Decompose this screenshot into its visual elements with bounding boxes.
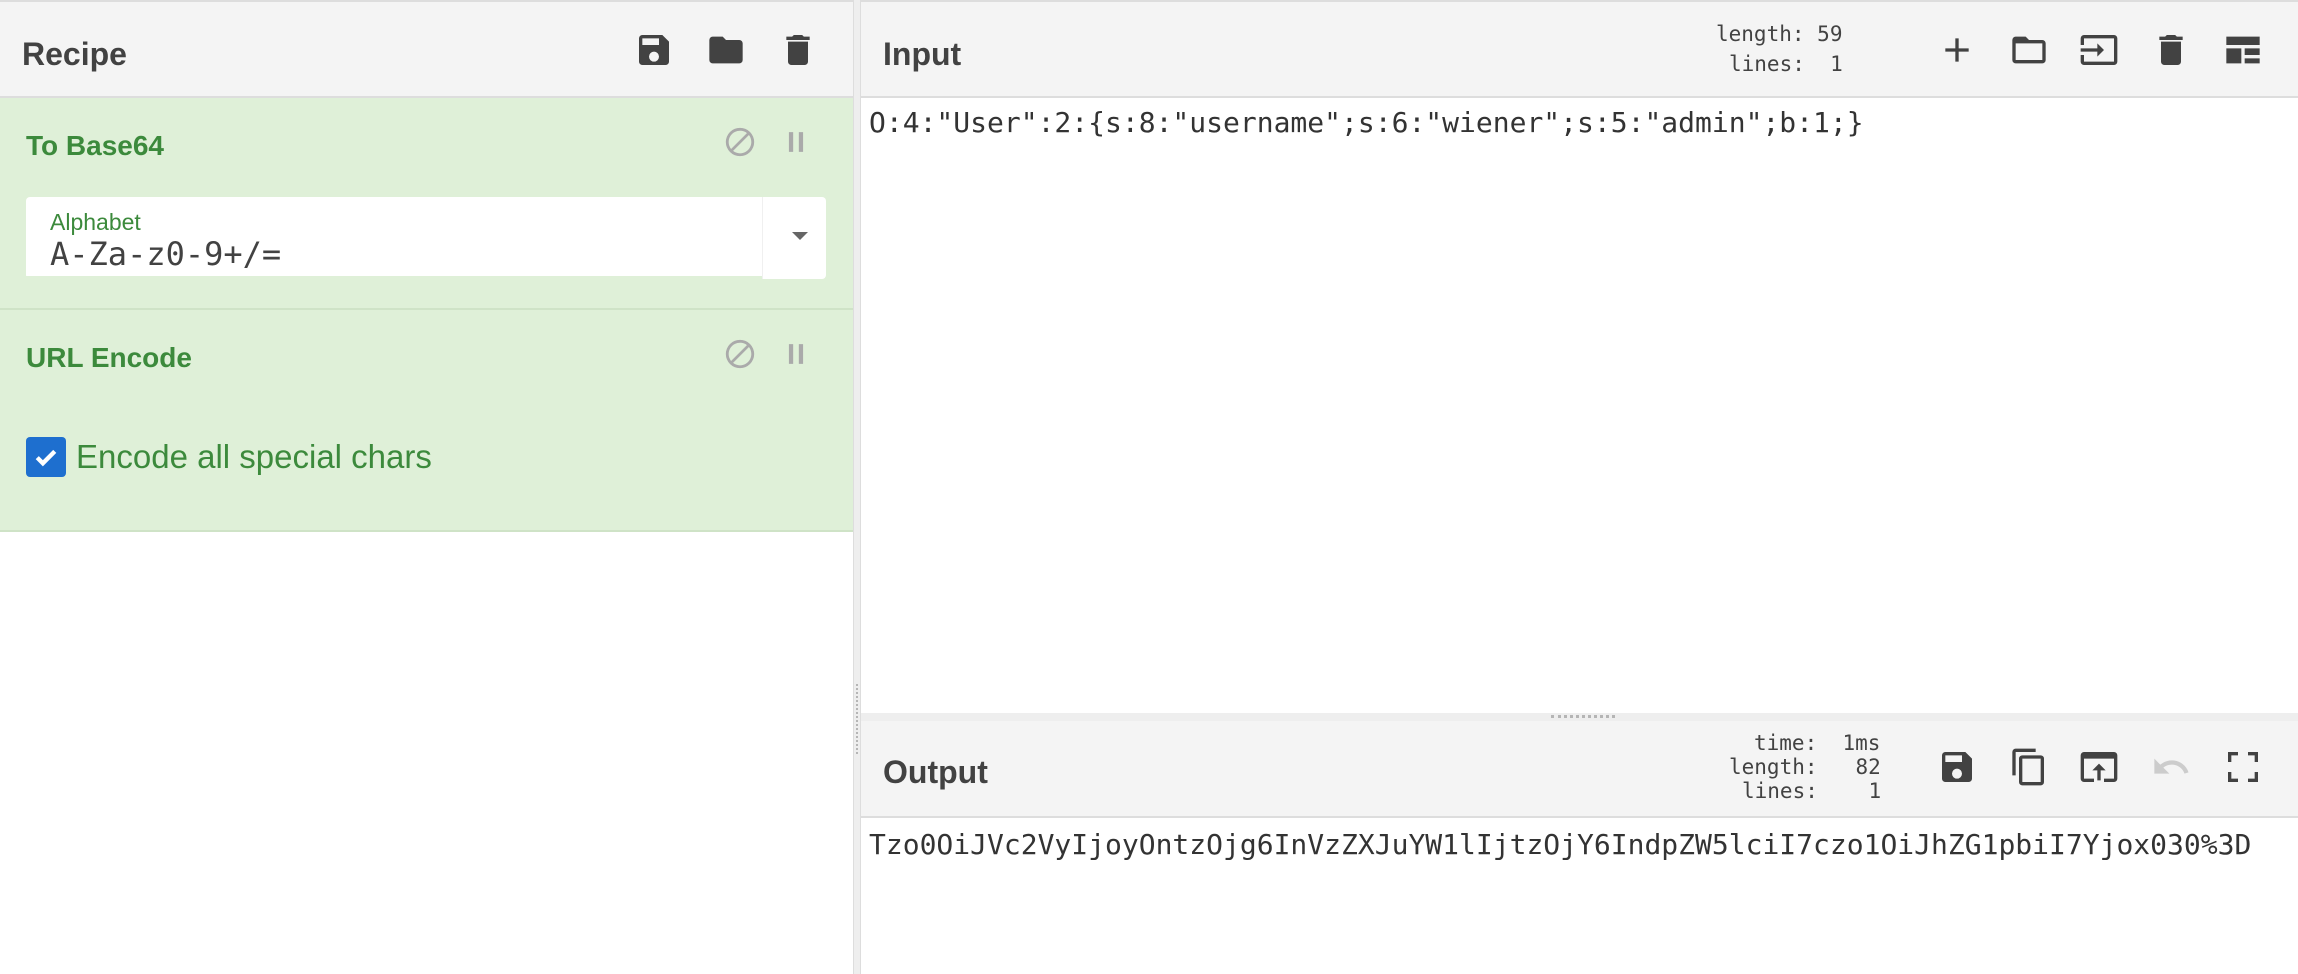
pause-icon: [788, 344, 804, 364]
operation-to-base64: To Base64 Alphabet A-Za-z0-9+/=: [0, 98, 853, 310]
output-time-stat: time: 1ms: [1754, 731, 1881, 755]
maximize-icon: [2228, 752, 2258, 782]
output-header: Output time: 1ms length: 82 lines: 1: [861, 721, 2298, 818]
alphabet-select[interactable]: Alphabet A-Za-z0-9+/=: [26, 197, 826, 279]
plus-icon: [1945, 38, 1969, 62]
vertical-resize-handle[interactable]: [853, 0, 861, 974]
folder-icon: [709, 36, 743, 64]
recipe-header: Recipe: [0, 0, 853, 98]
pause-operation-button[interactable]: [776, 334, 816, 374]
input-title: Input: [883, 36, 962, 72]
pause-operation-button[interactable]: [776, 122, 816, 162]
resize-grip: [1551, 715, 1615, 718]
open-input-folder-button[interactable]: [2076, 27, 2122, 73]
horizontal-resize-handle[interactable]: [861, 713, 2298, 721]
save-icon: [1942, 752, 1972, 782]
alphabet-underline: [26, 276, 762, 279]
save-output-button[interactable]: [1934, 744, 1980, 790]
input-arrow-icon: [2080, 35, 2118, 65]
encode-all-special-chars-label: Encode all special chars: [76, 438, 432, 475]
output-lines-stat: lines: 1: [1742, 779, 1882, 803]
chevron-down-icon[interactable]: [792, 232, 808, 240]
alphabet-label: Alphabet: [50, 209, 141, 235]
input-header: Input length: 59 lines: 1: [861, 0, 2298, 98]
disable-operation-button[interactable]: [720, 122, 760, 162]
replace-input-icon: [2080, 752, 2118, 782]
checkmark-icon: [35, 449, 57, 467]
disable-icon: [725, 339, 755, 369]
maximize-output-button[interactable]: [2220, 744, 2266, 790]
input-textarea[interactable]: O:4:"User":2:{s:8:"username";s:6:"wiener…: [869, 106, 1864, 139]
output-length-stat: length: 82: [1729, 755, 1881, 779]
load-recipe-button[interactable]: [703, 27, 749, 73]
encode-all-special-chars-checkbox[interactable]: [26, 437, 66, 477]
trash-icon: [2159, 35, 2183, 65]
save-recipe-button[interactable]: [631, 27, 677, 73]
save-icon: [639, 35, 669, 65]
copy-output-button[interactable]: [2006, 744, 2052, 790]
replace-input-with-output-button[interactable]: [2076, 744, 2122, 790]
resize-grip: [856, 684, 858, 754]
pause-icon: [788, 132, 804, 152]
undo-button[interactable]: [2148, 744, 2194, 790]
reset-layout-button[interactable]: [2220, 27, 2266, 73]
operation-title: URL Encode: [26, 342, 192, 373]
copy-icon: [2012, 748, 2044, 786]
io-pane: Input length: 59 lines: 1 O:4:"User":2:{…: [861, 0, 2298, 974]
input-length-stat: length: 59: [1716, 22, 1843, 46]
open-input-file-button[interactable]: [2006, 27, 2052, 73]
operation-url-encode: URL Encode: [0, 310, 853, 532]
input-lines-stat: lines: 1: [1729, 52, 1843, 76]
operation-title: To Base64: [26, 130, 164, 161]
disable-icon: [725, 127, 755, 157]
layout-icon: [2226, 36, 2260, 64]
alphabet-value: A-Za-z0-9+/=: [50, 235, 282, 273]
output-textarea[interactable]: Tzo0OiJVc2VyIjoyOntzOjg6InVzZXJuYW1lIjtz…: [869, 828, 2251, 861]
recipe-title: Recipe: [22, 36, 127, 72]
clear-input-button[interactable]: [2148, 27, 2194, 73]
trash-icon: [786, 35, 810, 65]
disable-operation-button[interactable]: [720, 334, 760, 374]
undo-icon: [2154, 758, 2189, 774]
clear-recipe-button[interactable]: [775, 27, 821, 73]
add-input-tab-button[interactable]: [1934, 27, 1980, 73]
alphabet-separator: [762, 197, 763, 279]
open-folder-icon: [2012, 36, 2046, 64]
recipe-pane: Recipe To Base64 Alphabet A-Za-z0-9+/= U…: [0, 0, 853, 974]
output-title: Output: [883, 754, 988, 790]
